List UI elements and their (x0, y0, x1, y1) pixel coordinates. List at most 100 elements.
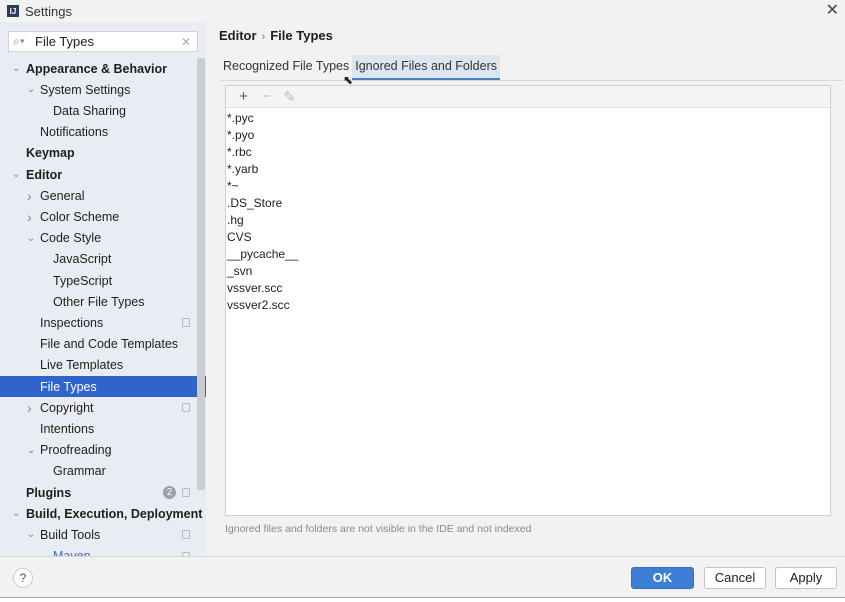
sidebar-item-typescript[interactable]: TypeScript (0, 270, 206, 291)
sidebar-item-live-templates[interactable]: Live Templates (0, 355, 206, 376)
list-item[interactable]: vssver.scc (226, 280, 830, 297)
sidebar-item-label: Copyright (40, 400, 94, 415)
sidebar-item-label: System Settings (40, 82, 131, 97)
sidebar-item-label: Appearance & Behavior (26, 61, 168, 76)
chevron-down-icon[interactable]: ⌄ (12, 63, 20, 74)
sidebar-item-copyright[interactable]: › Copyright (0, 397, 206, 418)
sidebar-item-javascript[interactable]: JavaScript (0, 249, 206, 270)
sidebar-item-label: Proofreading (40, 443, 112, 458)
list-item[interactable]: __pycache__ (226, 246, 830, 263)
sidebar-item-label: Code Style (40, 231, 102, 246)
sidebar-item-label: Maven (53, 549, 91, 556)
list-item[interactable]: *.pyo (226, 127, 830, 144)
chevron-down-icon[interactable]: ⌄ (27, 529, 35, 540)
chevron-down-icon[interactable]: ⌄ (12, 508, 20, 519)
sidebar-item-label: TypeScript (53, 273, 113, 288)
settings-sidebar: ⌕▾ File Types ✕ ⌄ Appearance & Behavior ⌄ S… (0, 22, 206, 556)
project-scope-icon (182, 318, 190, 328)
breadcrumb-separator: › (261, 31, 266, 43)
sidebar-item-label: Data Sharing (53, 103, 126, 118)
chevron-right-icon[interactable]: › (27, 188, 32, 204)
sidebar-item-proofreading[interactable]: ⌄ Proofreading (0, 440, 206, 461)
sidebar-item-label: Notifications (40, 125, 109, 140)
sidebar-item-keymap[interactable]: Keymap (0, 143, 206, 164)
hint-text: Ignored files and folders are not visibl… (225, 523, 532, 535)
list-item[interactable]: *.pyc (226, 110, 830, 127)
sidebar-item-grammar[interactable]: Grammar (0, 461, 206, 482)
sidebar-item-code-style[interactable]: ⌄ Code Style (0, 228, 206, 249)
apply-button[interactable]: Apply (775, 567, 837, 589)
add-icon[interactable]: + (232, 88, 255, 105)
sidebar-item-file-types[interactable]: File Types (0, 376, 206, 397)
sidebar-item-maven[interactable]: ⌄Maven (0, 546, 206, 556)
chevron-down-icon[interactable]: ⌄ (27, 84, 35, 95)
close-icon[interactable]: ✕ (826, 0, 839, 20)
search-input[interactable]: ⌕▾ File Types ✕ (8, 31, 198, 52)
app-logo-icon: IJ (7, 5, 19, 17)
tab-divider (220, 80, 842, 81)
sidebar-item-label: Live Templates (40, 358, 124, 373)
tab-bar: Recognized File Types Ignored Files and … (220, 55, 500, 81)
edit-icon[interactable]: ✎ (278, 88, 301, 106)
clear-search-icon[interactable]: ✕ (181, 35, 191, 49)
sidebar-item-appearance-behavior[interactable]: ⌄ Appearance & Behavior (0, 58, 206, 79)
sidebar-item-build-execution-deployment[interactable]: ⌄ Build, Execution, Deployment (0, 503, 206, 524)
sidebar-item-label: Build Tools (40, 527, 101, 542)
breadcrumb-parent: Editor (219, 28, 257, 43)
taskbar-strip (0, 597, 845, 602)
help-button[interactable]: ? (13, 568, 33, 588)
sidebar-item-intentions[interactable]: Intentions (0, 418, 206, 439)
sidebar-item-label: File Types (40, 379, 97, 394)
list-item[interactable]: *~ (226, 178, 830, 195)
sidebar-item-label: Color Scheme (40, 209, 120, 224)
search-icon: ⌕▾ (13, 34, 25, 48)
sidebar-item-label: Inspections (40, 315, 104, 330)
chevron-right-icon[interactable]: › (27, 400, 32, 416)
sidebar-item-notifications[interactable]: Notifications (0, 122, 206, 143)
list-item[interactable]: .hg (226, 212, 830, 229)
tab-recognized-file-types[interactable]: Recognized File Types (220, 55, 352, 81)
sidebar-item-other-file-types[interactable]: Other File Types (0, 291, 206, 312)
project-scope-icon (182, 488, 190, 497)
update-count-badge: 2 (163, 486, 176, 499)
sidebar-item-label: Intentions (40, 421, 95, 436)
dialog-footer: ? OK Cancel Apply (0, 556, 845, 597)
cancel-button[interactable]: Cancel (704, 567, 766, 589)
list-item[interactable]: CVS (226, 229, 830, 246)
sidebar-item-editor[interactable]: ⌄ Editor (0, 164, 206, 185)
sidebar-item-plugins[interactable]: Plugins 2 (0, 482, 206, 503)
sidebar-item-label: Build, Execution, Deployment (26, 506, 203, 521)
tab-ignored-files-and-folders[interactable]: Ignored Files and Folders (352, 55, 500, 81)
ok-button[interactable]: OK (631, 567, 694, 589)
list-item[interactable]: *.yarb (226, 161, 830, 178)
sidebar-item-data-sharing[interactable]: Data Sharing (0, 100, 206, 121)
chevron-down-icon[interactable]: ⌄ (12, 169, 20, 180)
scrollbar-thumb[interactable] (197, 58, 205, 490)
sidebar-item-file-and-code-templates[interactable]: File and Code Templates (0, 334, 206, 355)
sidebar-item-label: General (40, 188, 85, 203)
sidebar-item-label: File and Code Templates (40, 337, 179, 352)
breadcrumb: Editor › File Types (219, 28, 333, 43)
sidebar-item-inspections[interactable]: Inspections (0, 312, 206, 333)
search-value[interactable]: File Types (35, 34, 94, 49)
sidebar-item-label: Plugins (26, 485, 72, 500)
ignored-list: *.pyc *.pyo *.rbc *.yarb *~ .DS_Store .hg CVS __… (226, 108, 830, 314)
sidebar-item-label: Grammar (53, 464, 106, 479)
project-scope-icon (182, 530, 190, 540)
sidebar-item-build-tools[interactable]: ⌄ Build Tools (0, 524, 206, 545)
breadcrumb-current: File Types (270, 28, 333, 43)
sidebar-item-system-settings[interactable]: ⌄ System Settings (0, 79, 206, 100)
remove-icon[interactable]: − (255, 88, 278, 105)
sidebar-item-label: Editor (26, 167, 63, 182)
sidebar-item-general[interactable]: › General (0, 185, 206, 206)
list-item[interactable]: .DS_Store (226, 195, 830, 212)
project-scope-icon (182, 403, 190, 413)
sidebar-item-color-scheme[interactable]: › Color Scheme (0, 206, 206, 227)
chevron-down-icon[interactable]: ⌄ (27, 445, 35, 456)
list-item[interactable]: *.rbc (226, 144, 830, 161)
list-item[interactable]: _svn (226, 263, 830, 280)
list-item[interactable]: vssver2.scc (226, 297, 830, 314)
chevron-right-icon[interactable]: › (27, 209, 32, 225)
chevron-down-icon[interactable]: ⌄ (27, 233, 35, 244)
sidebar-scrollbar[interactable] (196, 58, 206, 528)
